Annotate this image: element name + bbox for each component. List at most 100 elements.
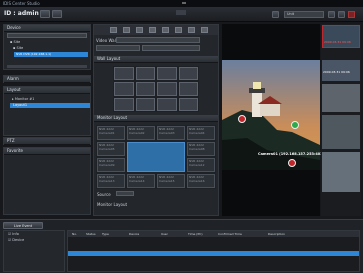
camera-caption: Camera01 (192.168.157.253:4028) [258,152,327,156]
user-select[interactable]: Unit [284,11,324,18]
monitor-cell[interactable]: NVR 4222 Camera13 [97,174,125,188]
device-panel-title: Device [7,25,21,30]
device-tree-item[interactable]: ▪ Site [13,46,23,50]
event-table: No. Status Type Device User Time (PC) Co… [67,230,360,272]
monitor-cell[interactable]: NVR 4222 Camera01 [97,126,125,140]
monitor-cell[interactable]: NVR 4222 Camera15 [157,174,185,188]
wall-cell[interactable] [135,97,155,111]
toolbar-button-1[interactable] [40,10,50,18]
wall-cell[interactable] [157,97,177,111]
video-wall-select[interactable] [116,37,200,43]
title-bar: IDIS Center Studio [0,0,363,7]
source-label: Source [97,192,111,197]
thumbnail-caption: 2009.03.31 09:06 [324,40,351,44]
wall-cell[interactable] [114,67,134,81]
monitor-cell[interactable]: NVR 4222 Camera03 [157,126,185,140]
minimize-button[interactable] [182,2,186,4]
device-scrollbar[interactable] [7,65,87,68]
favorite-section-title: Favorite [7,148,23,153]
event-filter-item[interactable]: ☑ Info [8,232,19,236]
wall-icon[interactable] [149,27,156,33]
video-wall-panel: Video Wall Wall Layout Monitor Layout NV… [93,24,219,216]
stream-status-icon[interactable] [291,121,299,129]
close-button[interactable] [348,11,355,18]
col-no[interactable]: No. [72,232,77,236]
col-description[interactable]: Description [268,232,285,236]
monitor-cell[interactable]: NVR 4222 Camera12 [187,158,215,172]
monitor-cell[interactable]: NVR 4222 Camera04 [187,126,215,140]
thumbnail[interactable]: 2009.03.31 09:06 [322,60,360,81]
wall-icon[interactable] [123,27,130,33]
wall-layout-header: Wall Layout [94,56,218,63]
device-tree-item-selected[interactable]: NVR DVR (192.168.1.1) [14,52,88,57]
monitor-cell[interactable]: NVR 4222 Camera02 [127,126,155,140]
tab-live-event[interactable]: Live Event [3,222,43,229]
table-row-selected[interactable] [68,251,359,256]
col-status[interactable]: Status [86,232,96,236]
thumbnail-strip: 2009.03.31 09:06 2009.03.31 09:06 [321,24,361,216]
device-tree-item[interactable]: ▪ Site [10,40,20,44]
favorite-section: Favorite [3,147,91,215]
alarm-section[interactable]: Alarm [3,75,91,83]
wall-cell[interactable] [178,97,198,111]
wall-icon[interactable] [188,27,195,33]
restore-button[interactable] [338,11,345,18]
wall-icon[interactable] [201,27,208,33]
wall-icon[interactable] [162,27,169,33]
col-confirmed-time[interactable]: Confirmed Time [218,232,242,236]
video-view[interactable]: Camera01 (192.168.157.253:4028) [222,24,327,216]
wall-layout-label: Wall Layout [97,56,121,61]
wall-cell[interactable] [114,82,134,96]
monitor-layout-header: Monitor Layout [94,115,218,122]
wall-cell[interactable] [135,82,155,96]
stop-icon[interactable] [288,159,296,167]
col-user[interactable]: User [161,232,168,236]
wall-cell[interactable] [157,67,177,81]
col-type[interactable]: Type [102,232,109,236]
monitor-cell[interactable]: NVR 4222 Camera08 [187,142,215,156]
wall-icon[interactable] [136,27,143,33]
layout-monitor-item[interactable]: ▸ Monitor #1 [12,97,34,101]
source-select[interactable] [116,191,134,196]
layout-item-selected[interactable]: Layout1 [10,103,90,108]
event-panel: Live Event ☑ Info ☑ Device No. Status Ty… [0,219,363,273]
device-panel: Device ▪ Site ▪ Site NVR DVR (192.168.1.… [3,24,91,70]
video-wall-select-3[interactable] [142,45,200,51]
id-label: ID : admin [4,10,39,17]
close-stream-icon[interactable] [238,115,246,123]
minimize-tab-icon[interactable] [176,10,186,15]
monitor-cell[interactable]: NVR 4222 Camera16 [187,174,215,188]
video-wall-label: Video Wall [96,38,117,43]
wall-icon[interactable] [175,27,182,33]
monitor-cell[interactable]: NVR 4222 Camera09 [97,158,125,172]
layout-section: Layout ▸ Monitor #1 Layout1 [3,86,91,136]
wall-icon[interactable] [110,27,117,33]
col-device[interactable]: Device [129,232,139,236]
ptz-section[interactable]: PTZ [3,137,91,145]
toolbar-small-1[interactable] [272,11,279,18]
settings-button[interactable] [328,11,335,18]
monitor-cell[interactable]: NVR 4222 Camera14 [127,174,155,188]
wall-cell[interactable] [157,82,177,96]
wall-cell[interactable] [178,67,198,81]
thumbnail[interactable] [322,115,360,149]
monitor-cell[interactable]: NVR 4222 Camera05 [97,142,125,156]
monitor-layout-label: Monitor Layout [97,115,128,120]
device-search-input[interactable] [7,33,87,38]
monitor-cell-merged[interactable] [127,142,185,172]
wall-cell[interactable] [178,82,198,96]
thumbnail[interactable] [322,84,360,112]
event-filter-item[interactable]: ☑ Device [8,238,24,242]
top-toolbar: ID : admin Unit [0,7,363,22]
source-monitor-layout-label: Monitor Layout [97,202,128,207]
col-time-pc[interactable]: Time (PC) [188,232,203,236]
layout-section-title: Layout [7,87,21,92]
toolbar-button-2[interactable] [52,10,62,18]
wall-cell[interactable] [135,67,155,81]
device-panel-header: Device [4,25,90,32]
video-wall-select-2[interactable] [96,45,140,51]
wall-cell[interactable] [114,97,134,111]
alarm-section-title: Alarm [7,76,19,81]
thumbnail[interactable]: 2009.03.31 09:06 [322,25,360,48]
thumbnail[interactable] [322,152,360,192]
